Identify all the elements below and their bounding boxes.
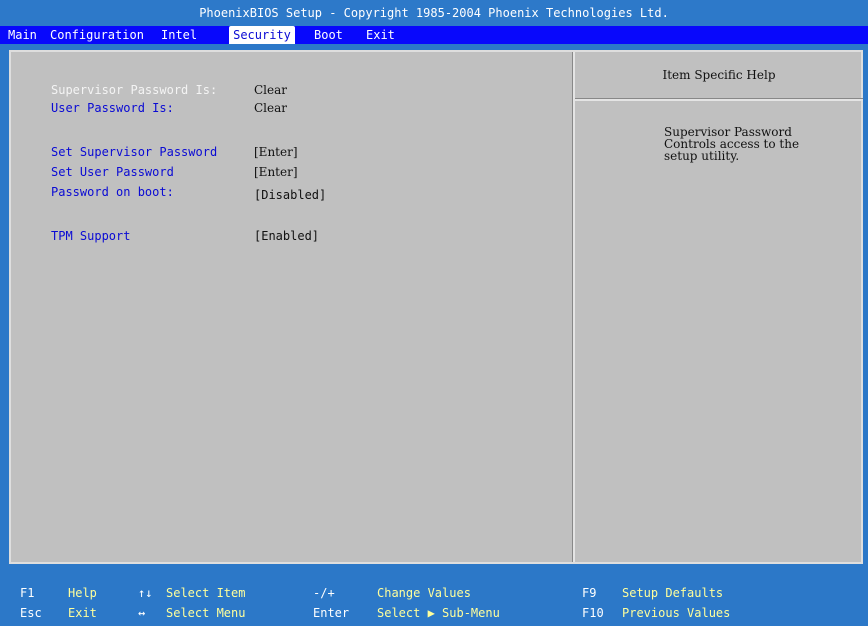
user-password-is-label: User Password Is: bbox=[51, 101, 174, 115]
set-user-password-value[interactable]: [Enter] bbox=[254, 165, 298, 179]
plusminus-desc: Change Values bbox=[377, 586, 471, 600]
supervisor-password-is-label: Supervisor Password Is: bbox=[51, 83, 218, 97]
enter-key: Enter bbox=[313, 606, 350, 620]
updown-desc: Select Item bbox=[166, 586, 246, 600]
esc-key: Esc bbox=[20, 606, 42, 620]
settings-panel: Supervisor Password Is: Clear User Passw… bbox=[9, 50, 863, 564]
f9-desc: Setup Defaults bbox=[622, 586, 724, 600]
up-down-arrows-icon: ↑↓ bbox=[138, 586, 153, 600]
help-text: Supervisor Password Controls access to t… bbox=[664, 126, 844, 162]
tab-boot[interactable]: Boot bbox=[312, 26, 345, 44]
f1-desc: Help bbox=[68, 586, 97, 600]
leftright-desc: Select Menu bbox=[166, 606, 246, 620]
f10-key: F10 bbox=[582, 606, 604, 620]
enter-desc: Select ▶ Sub-Menu bbox=[377, 606, 500, 620]
esc-desc: Exit bbox=[68, 606, 97, 620]
tab-security[interactable]: Security bbox=[229, 26, 295, 44]
left-right-arrow-icon: ↔ bbox=[138, 606, 146, 620]
window-title: PhoenixBIOS Setup - Copyright 1985-2004 … bbox=[0, 0, 868, 26]
help-title: Item Specific Help bbox=[662, 68, 776, 82]
tab-configuration[interactable]: Configuration bbox=[48, 26, 146, 44]
supervisor-password-is-value: Clear bbox=[254, 83, 288, 97]
f10-desc: Previous Values bbox=[622, 606, 731, 620]
plus-minus-key: -/+ bbox=[313, 586, 335, 600]
help-divider bbox=[575, 98, 863, 101]
menu-bar: Main Configuration Intel Security Boot E… bbox=[0, 26, 868, 44]
f1-key: F1 bbox=[20, 586, 35, 600]
set-supervisor-password-label[interactable]: Set Supervisor Password bbox=[51, 145, 217, 159]
help-line: setup utility. bbox=[664, 149, 740, 163]
set-user-password-label[interactable]: Set User Password bbox=[51, 165, 174, 179]
user-password-is-value: Clear bbox=[254, 101, 288, 115]
tab-main[interactable]: Main bbox=[6, 26, 39, 44]
tab-exit[interactable]: Exit bbox=[364, 26, 397, 44]
tpm-support-value[interactable]: [Enabled] bbox=[254, 229, 319, 243]
password-on-boot-value[interactable]: [Disabled] bbox=[254, 188, 326, 202]
key-legend: F1 Help ↑↓ Select Item -/+ Change Values… bbox=[0, 570, 868, 626]
f9-key: F9 bbox=[582, 586, 597, 600]
tpm-support-label[interactable]: TPM Support bbox=[51, 229, 130, 243]
password-on-boot-label[interactable]: Password on boot: bbox=[51, 185, 174, 199]
panel-divider bbox=[572, 52, 575, 562]
tab-intel[interactable]: Intel bbox=[159, 26, 199, 44]
set-supervisor-password-value[interactable]: [Enter] bbox=[254, 145, 298, 159]
settings-list: Supervisor Password Is: Clear User Passw… bbox=[11, 52, 572, 562]
